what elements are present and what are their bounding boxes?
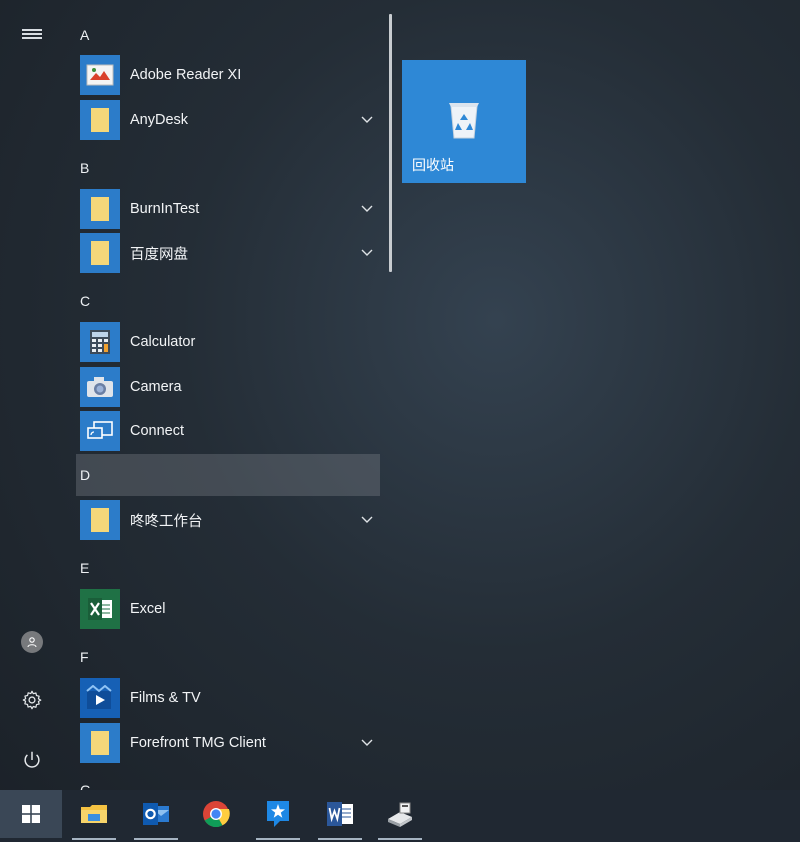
app-label: Excel: [130, 601, 166, 617]
hamburger-menu-icon: [22, 27, 42, 41]
app-folder-burnintest[interactable]: BurnInTest: [80, 187, 380, 231]
letter-label: A: [80, 27, 90, 43]
star-app-icon: [267, 801, 289, 827]
power-button[interactable]: [12, 740, 52, 780]
app-folder-anydesk[interactable]: AnyDesk: [80, 98, 380, 142]
taskbar-outlook[interactable]: [126, 790, 186, 840]
app-label: 咚咚工作台: [130, 513, 203, 530]
taskbar: [0, 790, 800, 842]
chevron-down-icon[interactable]: [356, 198, 378, 220]
letter-header-f[interactable]: F: [80, 635, 380, 679]
taskbar-chrome[interactable]: [186, 790, 246, 838]
tile-label: 回收站: [412, 157, 454, 173]
app-folder-baidu-netdisk[interactable]: 百度网盘: [80, 231, 380, 275]
connect-icon: [80, 411, 120, 451]
tile-recycle-bin[interactable]: 回收站: [402, 60, 526, 183]
app-item-excel[interactable]: Excel: [80, 587, 380, 631]
folder-icon: [80, 233, 120, 273]
recycle-bin-icon: [446, 100, 482, 145]
chevron-down-icon[interactable]: [356, 509, 378, 531]
letter-header-b[interactable]: B: [80, 146, 380, 190]
app-label: Connect: [130, 423, 185, 439]
app-label: Calculator: [130, 334, 196, 350]
folder-icon: [80, 100, 120, 140]
app-list: A Adobe Reader XI AnyDesk B BurnInTest 百…: [76, 0, 380, 790]
app-item-films-tv[interactable]: Films & TV: [80, 676, 380, 720]
chevron-down-icon[interactable]: [356, 242, 378, 264]
app-label: Films & TV: [130, 690, 201, 706]
windows-logo-icon: [22, 805, 40, 823]
app-label: Camera: [130, 379, 182, 395]
app-label: Forefront TMG Client: [130, 735, 266, 751]
app-label: 百度网盘: [130, 246, 188, 263]
folder-icon: [80, 500, 120, 540]
films-tv-icon: [80, 678, 120, 718]
letter-label: F: [80, 649, 89, 665]
app-label: Adobe Reader XI: [130, 67, 242, 83]
user-icon: [21, 631, 43, 653]
folder-icon: [80, 189, 120, 229]
file-explorer-icon: [81, 805, 107, 823]
app-folder-dongdong-workbench[interactable]: 咚咚工作台: [80, 498, 380, 542]
app-item-connect[interactable]: Connect: [80, 409, 380, 453]
app-list-scrollbar[interactable]: [389, 14, 392, 272]
letter-header-d[interactable]: D: [76, 454, 380, 496]
power-icon: [24, 751, 40, 768]
excel-icon: [80, 589, 120, 629]
adobe-reader-icon: [80, 55, 120, 95]
letter-label: C: [80, 293, 91, 309]
chevron-down-icon[interactable]: [356, 732, 378, 754]
letter-label: D: [80, 467, 91, 483]
app-item-camera[interactable]: Camera: [80, 365, 380, 409]
letter-label: E: [80, 560, 90, 576]
start-menu-rail: [0, 0, 64, 790]
folder-icon: [80, 723, 120, 763]
letter-header-g[interactable]: G: [80, 768, 380, 790]
taskbar-star-app[interactable]: [248, 790, 308, 840]
letter-label: G: [80, 782, 91, 790]
user-account-button[interactable]: [12, 622, 52, 662]
letter-header-c[interactable]: C: [80, 279, 380, 323]
taskbar-word[interactable]: [310, 790, 370, 840]
calculator-icon: [80, 322, 120, 362]
letter-header-a[interactable]: A: [80, 13, 380, 57]
letter-header-e[interactable]: E: [80, 546, 380, 590]
app-item-calculator[interactable]: Calculator: [80, 320, 380, 364]
outlook-icon: [143, 803, 169, 825]
app-label: BurnInTest: [130, 201, 200, 217]
start-button[interactable]: [0, 790, 62, 838]
app-folder-forefront-tmg[interactable]: Forefront TMG Client: [80, 721, 380, 765]
settings-gear-icon: [22, 690, 42, 710]
settings-button[interactable]: [12, 680, 52, 720]
camera-icon: [80, 367, 120, 407]
letter-label: B: [80, 160, 90, 176]
taskbar-drive-install[interactable]: [370, 790, 430, 840]
app-label: AnyDesk: [130, 112, 189, 128]
chrome-icon: [203, 801, 230, 828]
word-icon: [327, 802, 353, 826]
chevron-down-icon[interactable]: [356, 109, 378, 131]
drive-install-icon: [388, 802, 412, 827]
app-item-adobe-reader[interactable]: Adobe Reader XI: [80, 53, 380, 97]
hamburger-menu-button[interactable]: [12, 14, 52, 54]
taskbar-file-explorer[interactable]: [64, 790, 124, 840]
